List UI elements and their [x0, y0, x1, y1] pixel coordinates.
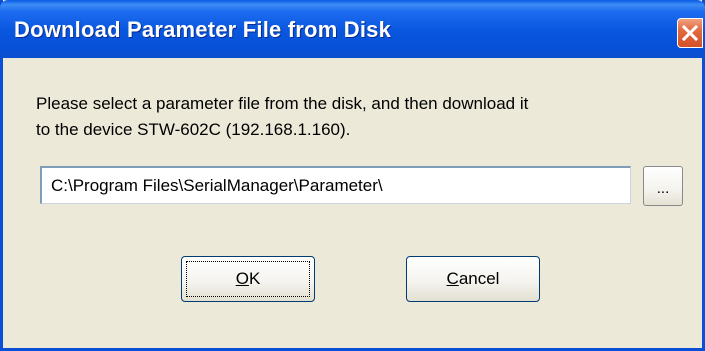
instruction-line-1: Please select a parameter file from the … — [36, 94, 529, 113]
close-button[interactable] — [677, 18, 703, 48]
close-icon — [682, 25, 698, 41]
title-bar[interactable]: Download Parameter File from Disk — [0, 0, 705, 58]
file-path-input[interactable] — [40, 166, 631, 204]
focus-rectangle — [186, 261, 310, 297]
window-title: Download Parameter File from Disk — [14, 17, 392, 42]
dialog-window: Download Parameter File from Disk Please… — [0, 0, 705, 351]
instruction-text: Please select a parameter file from the … — [36, 91, 686, 143]
ok-button[interactable]: OK — [181, 256, 315, 302]
instruction-line-2: to the device STW-602C (192.168.1.160). — [36, 120, 351, 139]
cancel-button[interactable]: Cancel — [406, 256, 540, 302]
browse-button[interactable]: ... — [643, 166, 683, 206]
cancel-button-label: Cancel — [446, 269, 500, 288]
